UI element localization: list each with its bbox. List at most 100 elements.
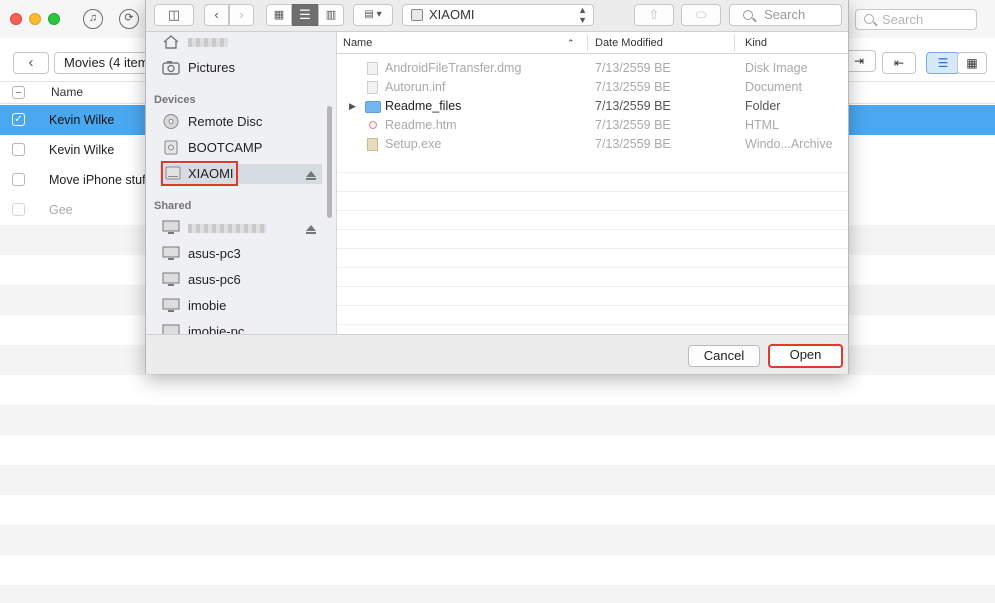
file-date: 7/13/2559 BE	[595, 80, 671, 94]
minimize-window-button[interactable]	[29, 13, 41, 25]
redacted-username	[188, 38, 228, 48]
empty-row	[337, 249, 848, 268]
sidebar-item-pictures[interactable]: Pictures	[162, 58, 235, 78]
file-list-header: Name ⌃ Date Modified Kind	[337, 32, 848, 54]
sidebar-item-label: Pictures	[188, 60, 235, 75]
file-name: Setup.exe	[385, 137, 442, 151]
home-icon	[163, 35, 179, 49]
eject-icon[interactable]	[306, 225, 316, 234]
file-name: AndroidFileTransfer.dmg	[385, 61, 522, 75]
cancel-button[interactable]: Cancel	[688, 345, 760, 367]
redacted-computer-name	[188, 224, 266, 234]
file-row[interactable]: Autorun.inf 7/13/2559 BE Document	[337, 78, 848, 97]
archive-icon	[367, 138, 378, 151]
row-checkbox[interactable]	[12, 203, 25, 216]
refresh-icon[interactable]: ⟳	[119, 9, 139, 29]
computer-icon	[162, 220, 180, 234]
disclosure-triangle-icon[interactable]: ▶	[349, 97, 356, 116]
location-label: XIAOMI	[429, 7, 475, 22]
app-search-input[interactable]: Search	[855, 9, 977, 30]
sidebar-toggle-icon[interactable]: ◫	[154, 4, 194, 26]
sidebar-item-bootcamp[interactable]: BOOTCAMP	[162, 138, 262, 158]
empty-row-stripe	[0, 405, 995, 435]
dialog-sidebar: Pictures Devices Remote Disc BOOTCAMP XI…	[146, 32, 337, 334]
empty-row	[337, 173, 848, 192]
forward-nav-icon[interactable]: ›	[229, 4, 254, 26]
sidebar-item-label: imobie-pc	[188, 324, 245, 334]
column-view-icon[interactable]: ▥	[318, 4, 344, 26]
close-window-button[interactable]	[10, 13, 22, 25]
sidebar-scrollbar[interactable]	[327, 106, 332, 218]
file-date: 7/13/2559 BE	[595, 137, 671, 151]
sidebar-item-imobie[interactable]: imobie	[162, 296, 226, 316]
sort-chevron-icon: ⌃	[567, 38, 575, 48]
open-button[interactable]: Open	[768, 344, 843, 368]
computer-icon	[162, 298, 180, 312]
sidebar-item-remote-disc[interactable]: Remote Disc	[162, 112, 262, 132]
sidebar-item-asus-pc3[interactable]: asus-pc3	[162, 244, 241, 264]
search-icon	[864, 14, 874, 24]
share-icon[interactable]: ⇧	[634, 4, 674, 26]
arrange-menu-icon[interactable]: ▤ ▾	[353, 4, 393, 26]
file-date: 7/13/2559 BE	[595, 118, 671, 132]
name-column-header[interactable]: Name	[51, 85, 83, 99]
sidebar-item-asus-pc6[interactable]: asus-pc6	[162, 270, 241, 290]
kind-column-header[interactable]: Kind	[745, 37, 767, 49]
sidebar-item-imobie-pc[interactable]: imobie-pc	[162, 322, 244, 334]
column-divider	[587, 35, 588, 51]
export-icon[interactable]: ⇤	[882, 52, 916, 74]
file-name: Readme.htm	[385, 118, 457, 132]
zoom-window-button[interactable]	[48, 13, 60, 25]
dialog-footer: Cancel Open	[146, 334, 848, 374]
dialog-search-input[interactable]: Search	[729, 4, 842, 26]
row-checkbox[interactable]: ✓	[12, 113, 25, 126]
open-file-dialog: ◫ ‹ › ▦ ☰ ▥ ▤ ▾ XIAOMI ▲ ▼ ⇧ ⬭ Search Pic…	[145, 0, 849, 374]
sidebar-item-label: asus-pc3	[188, 246, 241, 261]
empty-row	[337, 192, 848, 211]
drive-icon	[411, 9, 423, 21]
computer-icon	[162, 324, 180, 334]
column-divider	[734, 35, 735, 51]
file-row[interactable]: Readme.htm 7/13/2559 BE HTML	[337, 116, 848, 135]
file-row[interactable]: AndroidFileTransfer.dmg 7/13/2559 BE Dis…	[337, 59, 848, 78]
list-view-icon[interactable]: ☰	[292, 4, 318, 26]
music-icon[interactable]: ♫	[83, 9, 103, 29]
sidebar-item-shared-redacted[interactable]	[162, 218, 266, 238]
back-button[interactable]: ‹	[13, 52, 49, 74]
tag-icon[interactable]: ⬭	[681, 4, 721, 26]
list-view-icon[interactable]: ☰	[926, 52, 960, 74]
sidebar-item-label: imobie	[188, 298, 227, 313]
select-all-checkbox[interactable]: –	[12, 86, 25, 99]
row-checkbox[interactable]	[12, 143, 25, 156]
grid-view-icon[interactable]: ▦	[957, 52, 987, 74]
location-popup[interactable]: XIAOMI ▲ ▼	[402, 4, 594, 26]
file-row[interactable]: ▶ Readme_files 7/13/2559 BE Folder	[337, 97, 848, 116]
drive-icon	[164, 140, 178, 155]
file-kind: HTML	[745, 118, 780, 132]
computer-icon	[162, 246, 180, 260]
html-file-icon	[369, 121, 377, 129]
empty-row-stripe	[0, 465, 995, 495]
item-name: Kevin Wilke	[49, 143, 115, 157]
empty-row	[337, 268, 848, 287]
devices-section-header: Devices	[154, 94, 196, 106]
computer-icon	[162, 272, 180, 286]
back-nav-icon[interactable]: ‹	[204, 4, 229, 26]
sidebar-item-label: BOOTCAMP	[188, 140, 263, 155]
item-name: Gee	[49, 203, 73, 217]
shared-section-header: Shared	[154, 200, 192, 212]
eject-icon[interactable]	[306, 171, 316, 180]
icon-view-icon[interactable]: ▦	[266, 4, 292, 26]
disc-icon	[163, 114, 179, 129]
row-checkbox[interactable]	[12, 173, 25, 186]
camera-icon	[162, 61, 180, 75]
popup-arrows-icon: ▲ ▼	[578, 5, 587, 25]
sidebar-item-home[interactable]	[162, 32, 228, 52]
empty-row	[337, 154, 848, 173]
file-kind: Windo...Archive	[745, 137, 833, 151]
file-kind: Folder	[745, 99, 781, 113]
date-column-header[interactable]: Date Modified	[595, 37, 663, 49]
file-row[interactable]: Setup.exe 7/13/2559 BE Windo...Archive	[337, 135, 848, 154]
item-name: Kevin Wilke	[49, 113, 115, 127]
name-column-header[interactable]: Name	[343, 37, 372, 49]
